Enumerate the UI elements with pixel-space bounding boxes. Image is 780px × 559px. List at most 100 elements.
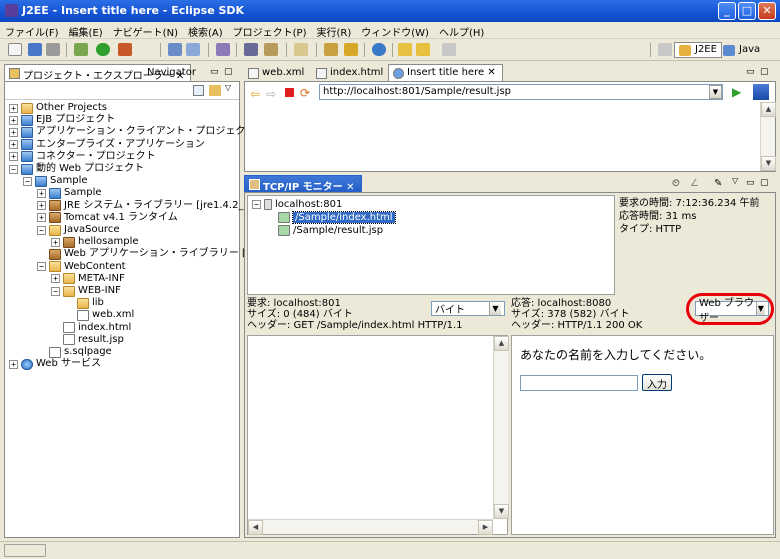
url-dropdown-icon[interactable]: ▼ <box>709 85 722 99</box>
open-type-icon[interactable] <box>244 43 258 56</box>
close-icon[interactable]: ✕ <box>487 67 495 78</box>
link-editor-icon[interactable] <box>209 85 221 96</box>
save-icon[interactable] <box>28 43 42 56</box>
proj-icon <box>21 151 33 163</box>
maximize-button[interactable]: □ <box>738 2 756 20</box>
tree-item[interactable]: + META-INF <box>51 273 125 285</box>
expand-toggle-icon[interactable]: + <box>37 201 46 211</box>
globe-icon[interactable] <box>372 43 386 56</box>
submit-button[interactable]: 入力 <box>642 374 672 391</box>
expand-toggle-icon[interactable]: − <box>51 286 60 296</box>
tree-item[interactable]: + Tomcat v4.1 ランタイム <box>37 212 178 224</box>
open-resource-icon[interactable] <box>264 43 278 56</box>
print-icon[interactable] <box>46 43 60 56</box>
tree-item[interactable]: + Other Projects <box>9 102 107 114</box>
tree-item[interactable]: − WebContent <box>37 261 126 273</box>
tree-item[interactable]: + JRE システム・ライブラリー [jre1.4.2_08] <box>37 200 260 212</box>
tree-item-label: WEB-INF <box>78 285 121 296</box>
tab-web-xml[interactable]: web.xml <box>244 65 310 82</box>
expand-toggle-icon[interactable]: + <box>51 274 60 284</box>
tree-item[interactable]: s.sqlpage <box>37 346 112 358</box>
expand-toggle-icon[interactable]: + <box>37 188 46 198</box>
external-tools-icon[interactable] <box>118 43 132 56</box>
new-web-icon[interactable] <box>186 43 200 56</box>
refresh-icon[interactable]: ⟳ <box>300 86 310 100</box>
search-icon[interactable] <box>324 43 338 56</box>
minimize-button[interactable]: _ <box>718 2 736 20</box>
response-time: 応答時間: 31 ms <box>619 211 697 222</box>
sort-icon[interactable]: ⏲ <box>672 178 680 189</box>
open-perspective-icon[interactable] <box>658 43 672 56</box>
tree-item[interactable]: + コネクター・プロジェクト <box>9 151 156 163</box>
properties-icon[interactable]: ✎ <box>714 178 722 189</box>
clear-icon[interactable]: ∠ <box>690 178 699 189</box>
minimize-view-icon[interactable]: ▭ <box>210 67 219 77</box>
view-menu-icon[interactable]: ▽ <box>732 176 738 185</box>
expand-toggle-icon[interactable]: + <box>9 115 18 125</box>
tree-item[interactable]: + EJB プロジェクト <box>9 114 115 126</box>
tree-item[interactable]: web.xml <box>65 309 134 321</box>
maximize-editor-icon[interactable]: ▢ <box>760 67 769 77</box>
tree-item[interactable]: lib <box>65 297 104 309</box>
name-input[interactable] <box>520 375 638 391</box>
perspective-java[interactable]: Java <box>718 42 765 58</box>
expand-toggle-icon[interactable]: + <box>9 152 18 162</box>
call-item-result[interactable]: /Sample/result.jsp <box>293 225 383 236</box>
tree-item[interactable]: − Sample <box>23 175 88 187</box>
tab-navigator[interactable]: Navigator <box>141 65 202 82</box>
back-icon[interactable] <box>416 43 430 56</box>
tab-index-html[interactable]: index.html <box>312 65 389 82</box>
new-server-icon[interactable] <box>168 43 182 56</box>
tab-tcpip-monitor[interactable]: TCP/IP モニター ✕ <box>244 175 362 193</box>
expand-toggle-icon[interactable]: − <box>23 176 32 186</box>
minimize-editor-icon[interactable]: ▭ <box>746 67 755 77</box>
status-field[interactable] <box>4 544 46 557</box>
collapse-all-icon[interactable] <box>193 85 204 96</box>
close-button[interactable]: ✕ <box>758 2 776 20</box>
server-host[interactable]: localhost:801 <box>275 199 342 210</box>
stop-icon[interactable] <box>285 88 294 97</box>
perspective-j2ee[interactable]: J2EE <box>674 42 722 58</box>
expand-toggle-icon[interactable]: − <box>37 262 46 272</box>
go-icon[interactable]: ▶ <box>732 85 741 99</box>
pen-icon[interactable] <box>344 43 358 56</box>
url-input[interactable]: http://localhost:801/Sample/result.jsp <box>319 84 723 100</box>
expand-toggle-icon[interactable]: + <box>51 237 60 247</box>
tree-item[interactable]: + hellosample <box>51 236 139 248</box>
expand-toggle-icon[interactable]: + <box>9 103 18 113</box>
task-icon[interactable] <box>294 43 308 56</box>
open-external-icon[interactable] <box>753 84 769 100</box>
tree-item[interactable]: − 動的 Web プロジェクト <box>9 163 144 175</box>
maximize-view-icon[interactable]: ▢ <box>760 178 769 188</box>
tree-item[interactable]: + Sample <box>37 187 102 199</box>
tree-item[interactable]: − WEB-INF <box>51 285 121 297</box>
tree-item[interactable]: + エンタープライズ・アプリケーション <box>9 139 205 151</box>
browser-scrollbar[interactable]: ▲ ▼ <box>760 102 776 171</box>
view-menu-icon[interactable]: ▽ <box>225 83 231 92</box>
run-icon[interactable] <box>96 43 110 56</box>
folder-icon <box>63 273 75 285</box>
maximize-view-icon[interactable]: ▢ <box>224 67 233 77</box>
expand-toggle-icon[interactable]: − <box>37 225 46 235</box>
tree-item[interactable]: + アプリケーション・クライアント・プロジェクト <box>9 126 255 138</box>
forward-icon[interactable] <box>442 43 456 56</box>
new-icon[interactable] <box>8 43 22 56</box>
tree-item[interactable]: − JavaSource <box>37 224 119 236</box>
prev-annotation-icon[interactable] <box>398 43 412 56</box>
forward-icon[interactable]: ⇨ <box>266 87 276 101</box>
tree-item[interactable]: + Web サービス <box>9 358 101 370</box>
back-icon[interactable]: ⇦ <box>250 87 260 101</box>
expand-toggle-icon[interactable]: + <box>9 140 18 150</box>
expand-toggle-icon[interactable]: + <box>9 359 18 369</box>
expand-toggle-icon[interactable]: + <box>37 213 46 223</box>
tab-insert-title[interactable]: Insert title here ✕ <box>388 64 503 81</box>
expand-toggle-icon[interactable]: + <box>9 127 18 137</box>
minimize-view-icon[interactable]: ▭ <box>746 178 755 188</box>
tree-item[interactable]: result.jsp <box>51 334 124 346</box>
debug-icon[interactable] <box>74 43 88 56</box>
tree-item[interactable]: index.html <box>51 322 131 334</box>
build-icon[interactable] <box>216 43 230 56</box>
call-item-index[interactable]: /Sample/index.html <box>292 210 396 224</box>
expand-toggle-icon[interactable]: − <box>9 164 18 174</box>
request-format-select[interactable]: バイト ▼ <box>431 301 505 316</box>
